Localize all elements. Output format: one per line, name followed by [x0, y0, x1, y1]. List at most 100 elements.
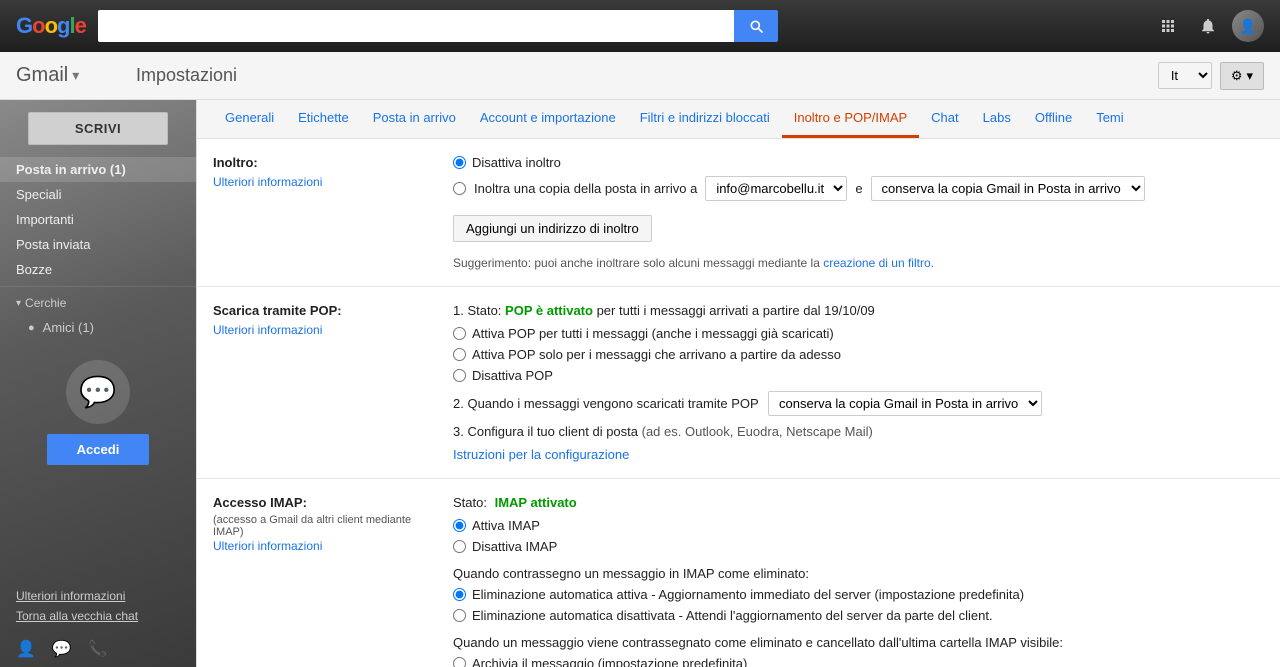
notifications-icon-button[interactable]	[1192, 10, 1224, 42]
sidebar-ulteriori-link[interactable]: Ulteriori informazioni	[16, 589, 180, 603]
compose-button[interactable]: SCRIVI	[28, 112, 168, 145]
pop-from-now-radio[interactable]	[453, 348, 466, 361]
sidebar-item-friends[interactable]: ● Amici (1)	[0, 315, 196, 340]
gmail-dropdown-arrow[interactable]: ▾	[72, 67, 79, 84]
gmail-label-text: Gmail	[16, 64, 68, 87]
sidebar-content: SCRIVI Posta in arrivo (1) Speciali Impo…	[0, 100, 196, 667]
tab-posta-arrivo[interactable]: Posta in arrivo	[361, 100, 468, 138]
suggestion-link[interactable]: creazione di un filtro.	[823, 256, 934, 270]
inoltro-section: Inoltro: Ulteriori informazioni Disattiv…	[197, 139, 1280, 287]
imap-status-text: IMAP attivato	[495, 495, 577, 510]
sidebar-item-sent[interactable]: Posta inviata	[0, 232, 196, 257]
imap-mark-deleted-opt2-row: Eliminazione automatica disattivata - At…	[453, 608, 1264, 623]
imap-desc: (accesso a Gmail da altri client mediant…	[213, 514, 433, 538]
pop-step2-select[interactable]: conserva la copia Gmail in Posta in arri…	[768, 391, 1042, 416]
imap-enable-label[interactable]: Attiva IMAP	[472, 518, 540, 533]
pop-step2-label: 2. Quando i messaggi vengono scaricati t…	[453, 396, 758, 411]
pop-status-row: 1. Stato: POP è attivato per tutti i mes…	[453, 303, 1264, 318]
tab-account[interactable]: Account e importazione	[468, 100, 628, 138]
imap-enable-radio[interactable]	[453, 519, 466, 532]
pop-disable-radio[interactable]	[453, 369, 466, 382]
avatar[interactable]: 👤	[1232, 10, 1264, 42]
imap-section-right: Stato: IMAP attivato Attiva IMAP Disatti…	[453, 495, 1264, 667]
header-right: It En ⚙ ▾	[1158, 62, 1264, 90]
tab-offline[interactable]: Offline	[1023, 100, 1084, 138]
imap-disable-radio[interactable]	[453, 540, 466, 553]
inoltro-title: Inoltro:	[213, 155, 433, 170]
important-label: Importanti	[16, 212, 74, 227]
pop-status-text: POP è attivato	[505, 303, 593, 318]
phone-icon[interactable]: 📞	[88, 639, 108, 659]
pop-section-right: 1. Stato: POP è attivato per tutti i mes…	[453, 303, 1264, 462]
pop-config-link-row: Istruzioni per la configurazione	[453, 447, 1264, 462]
settings-body: Inoltro: Ulteriori informazioni Disattiv…	[197, 139, 1280, 667]
people-icon[interactable]: 👤	[16, 639, 36, 659]
inoltro-enable-row: Inoltra una copia della posta in arrivo …	[453, 176, 1264, 201]
settings-gear-button[interactable]: ⚙ ▾	[1220, 62, 1264, 90]
apps-icon-button[interactable]	[1152, 10, 1184, 42]
gmail-label[interactable]: Gmail ▾	[16, 64, 116, 87]
search-button[interactable]	[734, 10, 778, 42]
tab-labs[interactable]: Labs	[971, 100, 1023, 138]
sidebar-chat-back-link[interactable]: Torna alla vecchia chat	[16, 609, 180, 623]
sidebar-item-circles[interactable]: ▾ Cerchie	[0, 291, 196, 315]
imap-info-link[interactable]: Ulteriori informazioni	[213, 539, 322, 553]
pop-config-link[interactable]: Istruzioni per la configurazione	[453, 447, 629, 462]
chat-icon-circle: 💬	[66, 360, 130, 424]
sidebar-item-drafts[interactable]: Bozze	[0, 257, 196, 282]
imap-del-auto-label[interactable]: Eliminazione automatica attiva - Aggiorn…	[472, 587, 1024, 602]
pop-all-label[interactable]: Attiva POP per tutti i messaggi (anche i…	[472, 326, 834, 341]
forward-action-select[interactable]: conserva la copia Gmail in Posta in arri…	[871, 176, 1145, 201]
bell-icon	[1199, 17, 1217, 35]
tab-filtri[interactable]: Filtri e indirizzi bloccati	[628, 100, 782, 138]
forward-conjunction: e	[855, 181, 862, 196]
sidebar-footer: Ulteriori informazioni Torna alla vecchi…	[0, 581, 196, 631]
google-logo[interactable]: Google	[16, 13, 86, 39]
inoltro-enable-radio[interactable]	[453, 182, 466, 195]
tab-temi[interactable]: Temi	[1084, 100, 1135, 138]
pop-disable-label[interactable]: Disattiva POP	[472, 368, 553, 383]
inbox-label: Posta in arrivo (1)	[16, 162, 126, 177]
inoltro-enable-label[interactable]: Inoltra una copia della posta in arrivo …	[474, 181, 697, 196]
inoltro-disable-label[interactable]: Disattiva inoltro	[472, 155, 561, 170]
pop-opt1-row: Attiva POP per tutti i messaggi (anche i…	[453, 326, 1264, 341]
pop-section: Scarica tramite POP: Ulteriori informazi…	[197, 287, 1280, 479]
imap-status-label: Stato:	[453, 495, 487, 510]
google-bar: Google 👤	[0, 0, 1280, 52]
imap-mark-deleted-opt1-row: Eliminazione automatica attiva - Aggiorn…	[453, 587, 1264, 602]
tab-inoltro[interactable]: Inoltro e POP/IMAP	[782, 100, 919, 138]
sidebar-item-starred[interactable]: Speciali	[0, 182, 196, 207]
tab-generali[interactable]: Generali	[213, 100, 286, 138]
sidebar: SCRIVI Posta in arrivo (1) Speciali Impo…	[0, 100, 196, 667]
sidebar-item-important[interactable]: Importanti	[0, 207, 196, 232]
imap-exp1-radio[interactable]	[453, 657, 466, 667]
chat-bubble-icon: 💬	[79, 375, 116, 410]
chat-icon[interactable]: 💬	[52, 639, 72, 659]
imap-del-manual-radio[interactable]	[453, 609, 466, 622]
pop-info-link[interactable]: Ulteriori informazioni	[213, 323, 322, 337]
accedi-button[interactable]: Accedi	[47, 434, 150, 465]
cerchie-label: Cerchie	[25, 296, 66, 310]
imap-del-auto-radio[interactable]	[453, 588, 466, 601]
tab-chat[interactable]: Chat	[919, 100, 970, 138]
pop-from-now-label[interactable]: Attiva POP solo per i messaggi che arriv…	[472, 347, 841, 362]
inoltro-section-right: Disattiva inoltro Inoltra una copia dell…	[453, 155, 1264, 270]
add-forward-button[interactable]: Aggiungi un indirizzo di inoltro	[453, 215, 652, 242]
sidebar-item-inbox[interactable]: Posta in arrivo (1)	[0, 157, 196, 182]
imap-del-manual-label[interactable]: Eliminazione automatica disattivata - At…	[472, 608, 993, 623]
forward-email-select[interactable]: info@marcobellu.it	[705, 176, 847, 201]
inoltro-disable-radio[interactable]	[453, 156, 466, 169]
search-input[interactable]	[98, 10, 734, 42]
imap-disable-label[interactable]: Disattiva IMAP	[472, 539, 557, 554]
tab-etichette[interactable]: Etichette	[286, 100, 361, 138]
imap-exp1-label[interactable]: Archivia il messaggio (impostazione pred…	[472, 656, 747, 667]
pop-step3-row: 3. Configura il tuo client di posta (ad …	[453, 424, 1264, 439]
main-content: Generali Etichette Posta in arrivo Accou…	[196, 100, 1280, 667]
lang-select[interactable]: It En	[1158, 62, 1212, 89]
inoltro-info-link[interactable]: Ulteriori informazioni	[213, 175, 322, 189]
inoltro-section-left: Inoltro: Ulteriori informazioni	[213, 155, 433, 270]
pop-all-radio[interactable]	[453, 327, 466, 340]
pop-section-left: Scarica tramite POP: Ulteriori informazi…	[213, 303, 433, 462]
pop-step3-detail: (ad es. Outlook, Euodra, Netscape Mail)	[642, 424, 873, 439]
sidebar-divider	[0, 286, 196, 287]
